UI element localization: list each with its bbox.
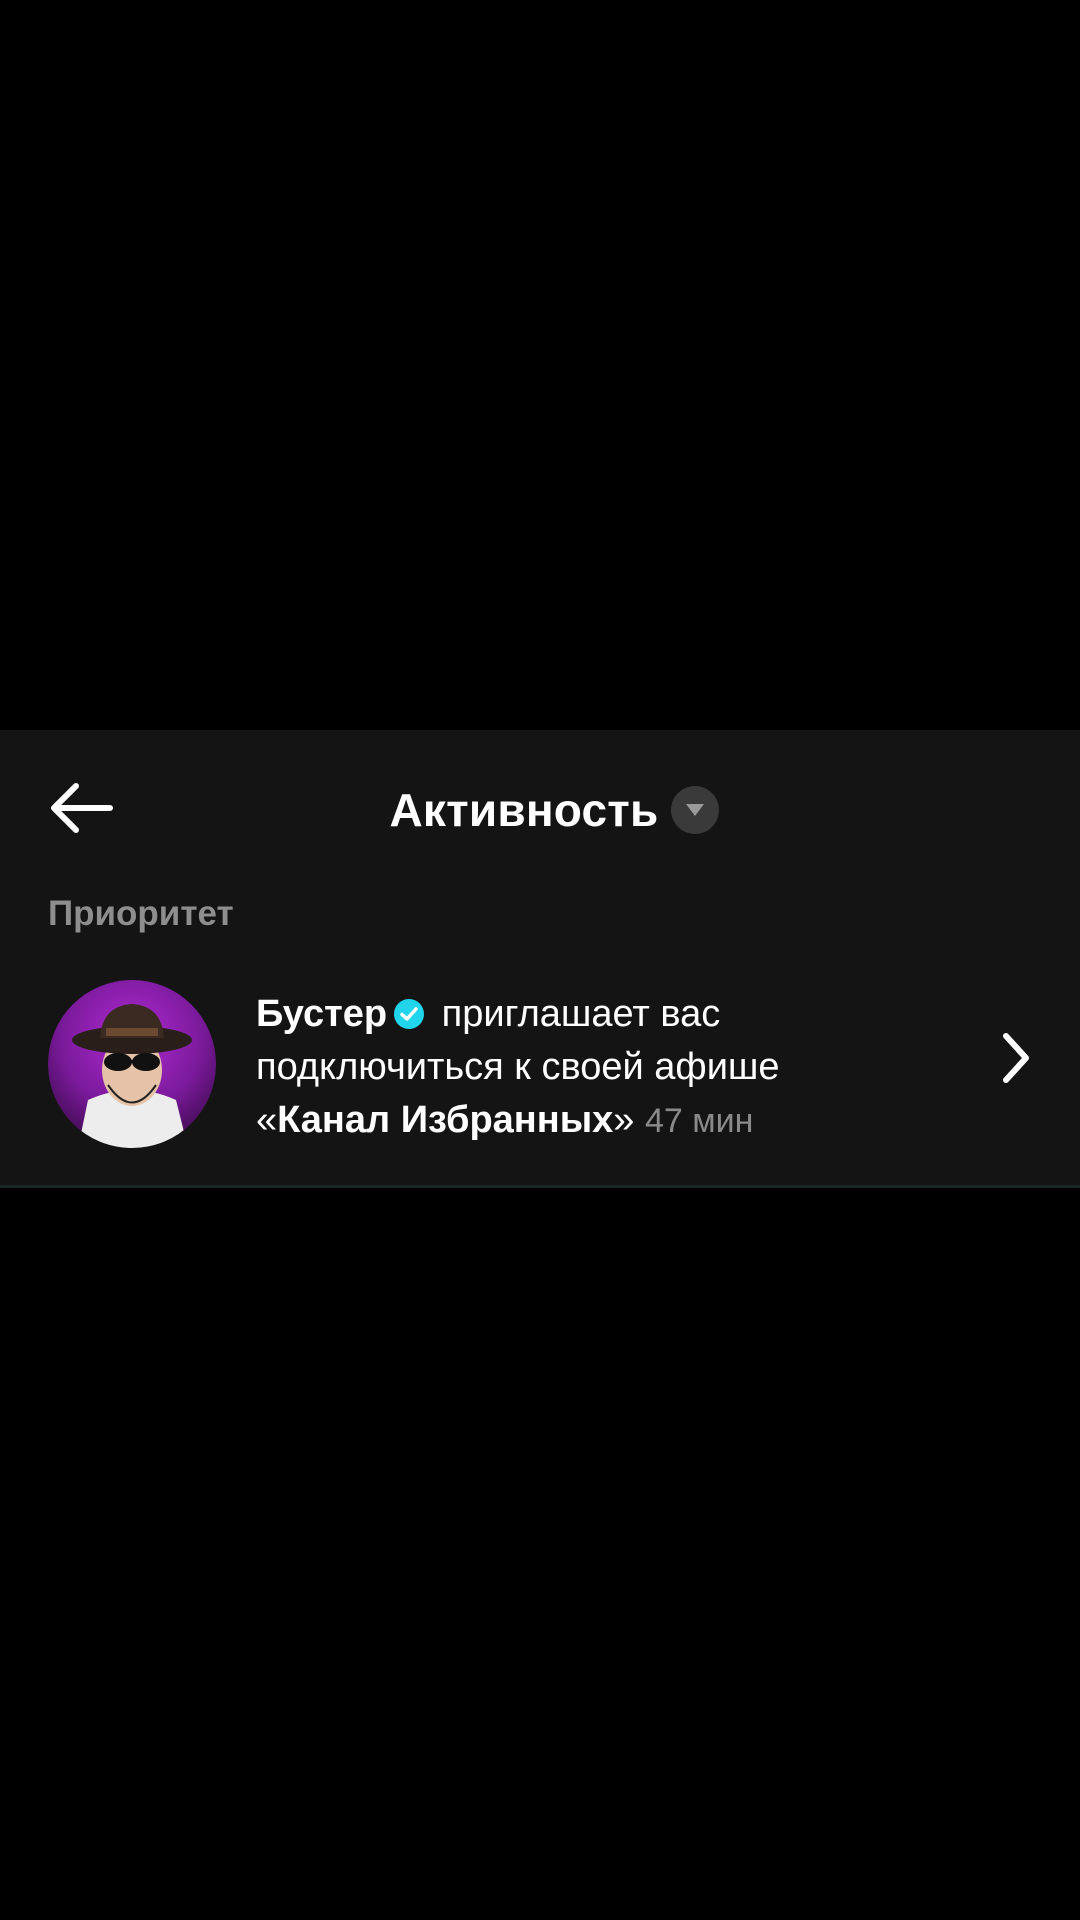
- header: Активность: [0, 770, 1080, 850]
- caret-down-icon: [685, 804, 704, 816]
- channel-name: Канал Избранных: [277, 1099, 614, 1141]
- activity-panel: Активность Приоритет Бустер приглашает в…: [0, 730, 1080, 1188]
- filter-dropdown-button[interactable]: [670, 786, 719, 834]
- timestamp: 47 мин: [644, 1102, 754, 1140]
- notification-text: Бустер приглашает вас подключиться к сво…: [256, 988, 856, 1148]
- section-label-priority: Приоритет: [48, 894, 234, 933]
- avatar[interactable]: [48, 980, 216, 1148]
- username[interactable]: Бустер: [256, 993, 387, 1035]
- divider: [0, 1185, 1080, 1188]
- quote-open: «: [256, 1099, 278, 1141]
- page-title: Активность: [389, 784, 659, 836]
- verified-badge-icon: [394, 999, 425, 1029]
- quote-close: »: [613, 1099, 635, 1141]
- chevron-right-icon[interactable]: [996, 1028, 1036, 1088]
- notification-item[interactable]: Бустер приглашает вас подключиться к сво…: [0, 980, 1080, 1160]
